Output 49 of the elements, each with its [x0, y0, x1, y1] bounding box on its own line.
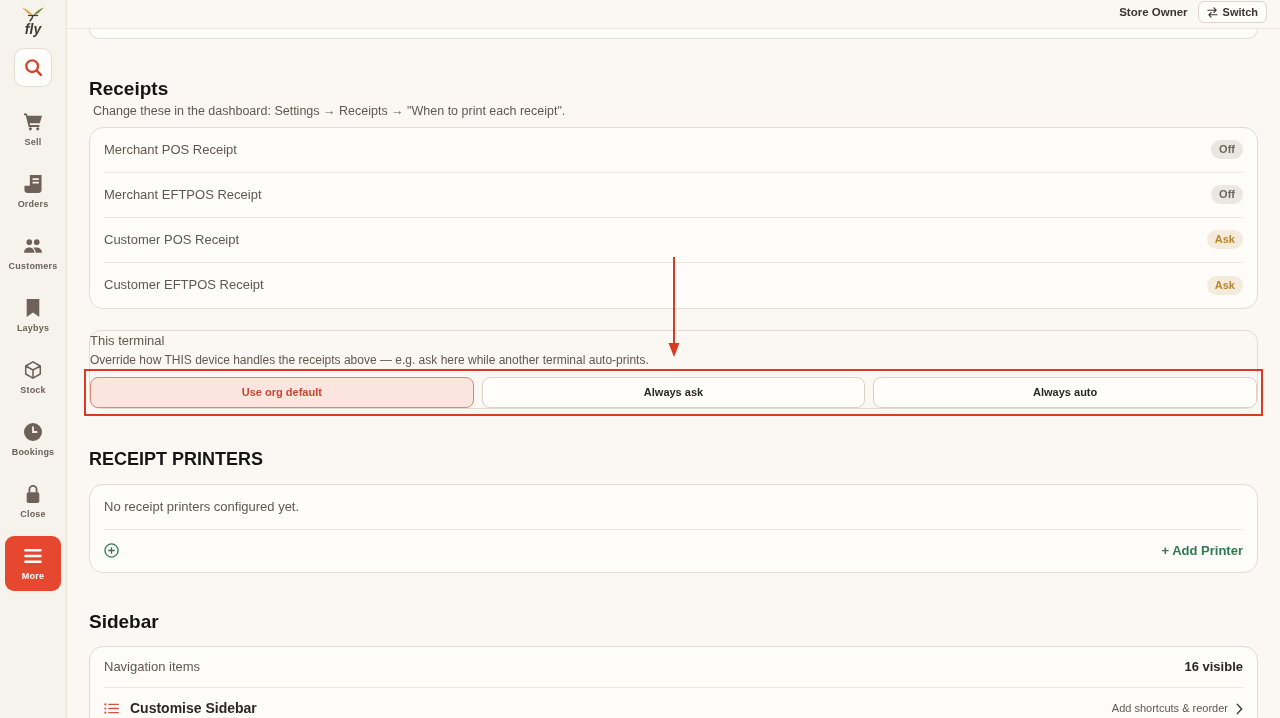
bookmark-icon[interactable] [24, 298, 42, 317]
lock-icon[interactable] [24, 484, 42, 503]
sidebar-item[interactable]: Close [5, 474, 61, 529]
receipt-name: Merchant EFTPOS Receipt [104, 185, 262, 204]
sidebar-item[interactable]: Laybys [5, 288, 61, 343]
sidebar-item[interactable]: Bookings [5, 412, 61, 467]
list-icon[interactable] [104, 703, 119, 714]
empty-state-text: No receipt printers configured yet. [104, 497, 300, 516]
section-heading: RECEIPT PRINTERS [89, 447, 265, 470]
swap-arrows-icon[interactable] [1206, 6, 1218, 18]
panel-title: This terminal [90, 332, 165, 349]
search-button[interactable] [14, 48, 52, 87]
option-button[interactable]: Use org default [90, 376, 474, 408]
status-badge: Ask [1206, 275, 1243, 295]
clock-icon[interactable] [24, 422, 42, 441]
sidebar-item[interactable]: Orders [5, 164, 61, 219]
search-icon[interactable] [24, 59, 42, 76]
hint-text: Change these in the dashboard: Settings → Receipts → "When to print each receipt". [92, 103, 566, 119]
setting-label: Navigation items [104, 657, 201, 676]
receipt-name: Customer POS Receipt [104, 230, 240, 249]
status-badge: Off [1211, 140, 1243, 159]
receipt-name: Merchant POS Receipt [104, 140, 237, 159]
section-heading: Sidebar [89, 609, 160, 633]
add-printer-button[interactable]: + Add Printer [1161, 540, 1243, 561]
document-icon[interactable] [24, 174, 42, 193]
sidebar-item[interactable]: Customers [5, 226, 61, 281]
option-button[interactable]: Always auto [873, 376, 1257, 408]
sidebar-item[interactable]: More [5, 536, 61, 591]
option-button[interactable]: Always ask [481, 376, 866, 408]
bird-logo-icon [22, 7, 44, 22]
count-text: 16 visible [1184, 657, 1243, 676]
add-circle-icon[interactable] [104, 543, 119, 558]
user-role-label: Store Owner [1119, 5, 1188, 20]
people-icon[interactable] [24, 236, 42, 255]
hint-text: Add shortcuts & reorder [1111, 701, 1228, 717]
cube-icon[interactable] [24, 360, 42, 379]
section-heading: Receipts [89, 77, 170, 100]
cart-icon[interactable] [24, 112, 42, 131]
description-text: Override how THIS device handles the receipts above — e.g. ask here while another terminal auto-prints. [90, 352, 649, 369]
sidebar-item[interactable]: Sell [5, 102, 61, 157]
customise-sidebar-link[interactable]: Customise Sidebar [130, 698, 257, 718]
menu-icon[interactable] [24, 546, 42, 565]
chevron-right-icon[interactable] [1236, 702, 1243, 715]
switch-button[interactable]: Switch [1197, 1, 1267, 23]
status-badge: Ask [1206, 230, 1243, 249]
logo-text: fly [24, 22, 42, 37]
receipt-name: Customer EFTPOS Receipt [104, 276, 264, 295]
status-badge: Off [1211, 185, 1243, 204]
sidebar-item[interactable]: Stock [5, 350, 61, 405]
